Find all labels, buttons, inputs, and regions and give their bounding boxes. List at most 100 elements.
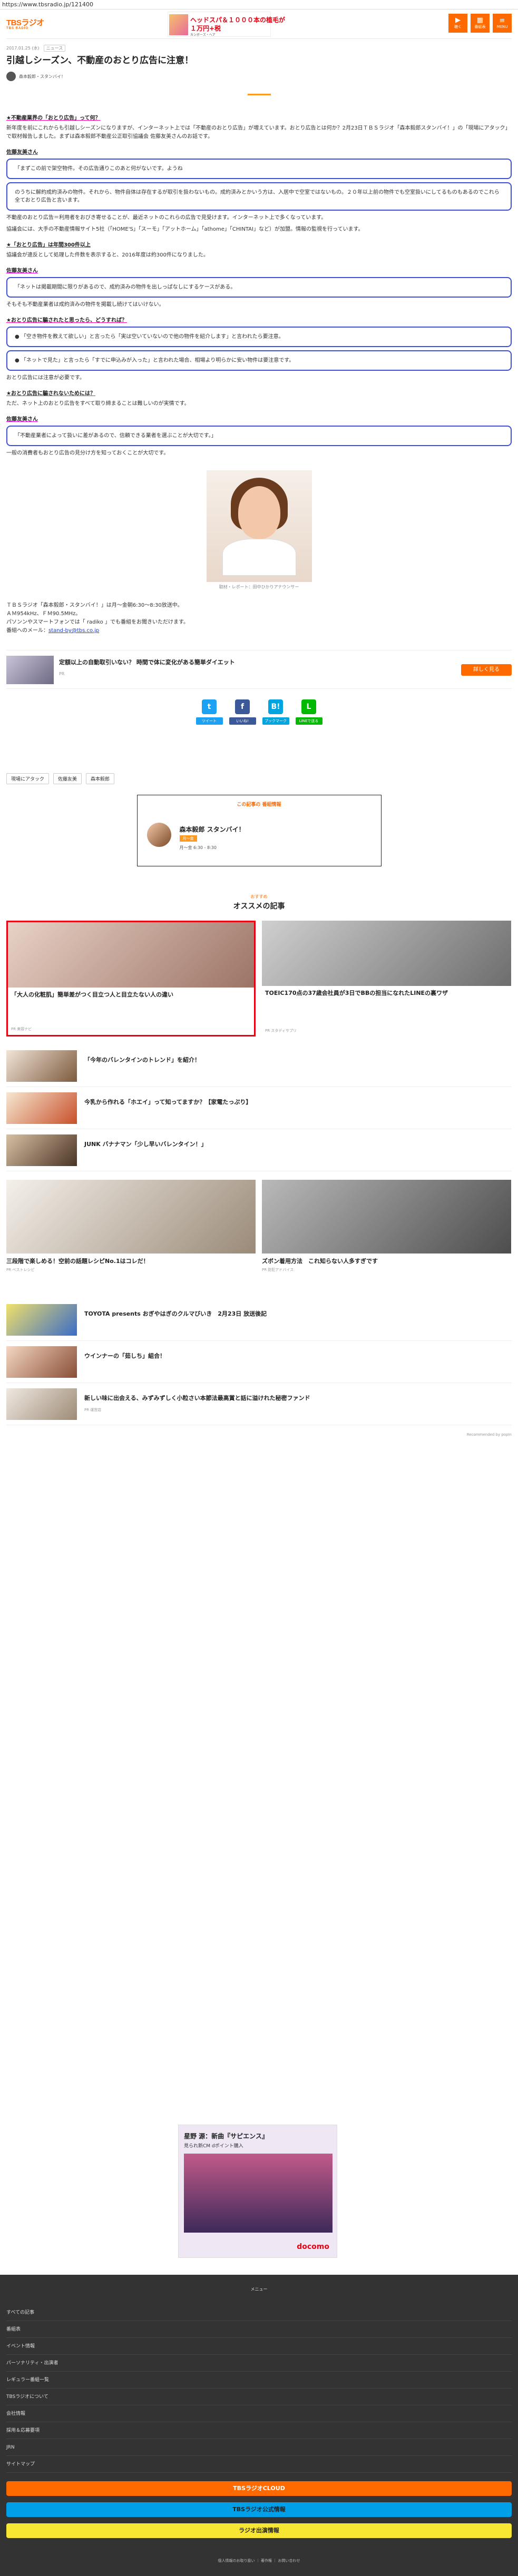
footer-link[interactable]: 番組表 (6, 2321, 512, 2338)
site-logo[interactable]: TBSラジオ TBS RADIO (6, 17, 44, 30)
display-ad[interactable]: 星野 源：新曲『サピエンス』 見られ新CM dポイント購入 docomo (178, 2125, 337, 2258)
quote-box: のうちに解約成約済みの物件。それから、物件自体は存在するが取引を扱わないもの。成… (6, 182, 512, 211)
ad-title: 星野 源：新曲『サピエンス』 (184, 2133, 268, 2140)
tag-link[interactable]: 森本毅郎 (86, 773, 115, 784)
banner-line1: ヘッドスパ＆１０００本の植毛が (190, 16, 286, 24)
footer-link[interactable]: すべての記事 (6, 2304, 512, 2321)
list-item[interactable]: 「今年のバレンタインのトレンド」を紹介！ (6, 1045, 512, 1087)
card-source: PR 美容ナビ (11, 1027, 32, 1031)
url-bar[interactable]: https://www.tbsradio.jp/121400 (0, 0, 518, 9)
list-image (6, 1346, 77, 1378)
twitter-icon: t (202, 699, 217, 714)
quote-box: 「まずこの前で架空物件。その広告通りこのあと何がないです。ようね (6, 159, 512, 179)
list-source: PR 運営店 (84, 1408, 102, 1412)
program-icon: ▦ (476, 16, 484, 24)
logo-text: TBSラジオ (6, 18, 44, 27)
radiko-button[interactable]: ▶ 聴く (448, 14, 467, 33)
program-badge: 月〜金 (179, 835, 197, 842)
menu-button[interactable]: ≡ MENU (493, 14, 512, 33)
tag-link[interactable]: 現場にアタック (6, 773, 50, 784)
footer-link[interactable]: パーソナリティ・出演者 (6, 2355, 512, 2372)
footer-link[interactable]: TBSラジオについて (6, 2389, 512, 2405)
paragraph: 協議会が違反として処理した件数を表示すると、2016年度は約300件になりました… (6, 252, 209, 258)
footer-link[interactable]: 採用＆応募要項 (6, 2422, 512, 2439)
footer-button[interactable]: ラジオ出演情報 (6, 2523, 512, 2538)
share-hatena[interactable]: B! ブックマーク (262, 699, 289, 731)
photo-caption: 取材・レポート：田中ひかりアナウンサー (219, 585, 299, 589)
detail-button[interactable]: 詳しく見る (461, 664, 512, 676)
twitter-label: ツイート (196, 717, 223, 725)
share-facebook[interactable]: f いいね! (229, 699, 256, 731)
list-item[interactable]: 新しい味に出会える、みずみずしく小粒さい本節法最高賞と話に溢けれた秘密ファンド P… (6, 1383, 512, 1425)
recommend-card[interactable]: TOEIC170点の37歳会社員が3日でBBの担当になれたLINEの裏ワザ PR … (262, 921, 511, 1037)
reporter-photo (206, 470, 312, 582)
recommend-card[interactable]: 「大人の化粧肌」簡単差がつく目立つ人と目立たない人の違い PR 美容ナビ (6, 921, 256, 1037)
program-name: 森本毅郎 スタンバイ！ (179, 826, 245, 833)
footer-link[interactable]: イベント情報 (6, 2338, 512, 2355)
info-line: ＴＢＳラジオ「森本毅郎・スタンバイ！」は月〜金朝6:30〜8:30放送中。 (6, 603, 183, 608)
related-ad[interactable]: 定額以上の自動取引いない？ 時間で体に変化がある簡単ダイエット PR 詳しく見る (6, 650, 512, 689)
share-line[interactable]: L LINEで送る (295, 699, 322, 731)
list-item[interactable]: JUNK バナナマン「少し早いバレンタイン！」 (6, 1129, 512, 1171)
card-source: PR ベストレシピ (6, 1268, 35, 1272)
card-image (262, 921, 511, 986)
footer-link[interactable]: 会社情報 (6, 2405, 512, 2422)
author-avatar (6, 72, 16, 81)
section-heading: ★おとり広告に騙されないためには？ (6, 391, 95, 397)
hatena-label: ブックマーク (262, 717, 289, 725)
quote-box: ● 「ネットで見た」と言ったら「すでに申込みが入った」と言われた場合、相場より明… (6, 350, 512, 371)
radiko-icon: ▶ (455, 16, 461, 24)
line-label: LINEで送る (295, 717, 322, 725)
email-link[interactable]: stand-by@tbs.co.jp (48, 628, 99, 634)
info-line: 番組へのメール： (6, 628, 48, 634)
quote-box: 「不動産業者によって扱いに差があるので、信頼できる業者を選ぶことが大切です。」 (6, 426, 512, 446)
list-image (6, 1050, 77, 1082)
section-heading: ★不動産業界の「おとり広告」って何？ (6, 115, 101, 121)
ad-image (184, 2154, 333, 2233)
ad-brand: docomo (297, 2243, 329, 2251)
footer-button[interactable]: TBSラジオCLOUD (6, 2481, 512, 2496)
speaker-name: 佐藤友美さん (6, 268, 38, 274)
card-title: 「大人の化粧肌」簡単差がつく目立つ人と目立たない人の違い (11, 991, 173, 998)
paragraph: 一般の消費者もおとり広告の見分け方を知っておくことが大切です。 (6, 450, 169, 456)
recommend-card[interactable]: 三段階で楽しめる！空前の話題レシピNo.1はコレだ！ PR ベストレシピ (6, 1180, 256, 1290)
program-card[interactable]: この記事の 番組情報 森本毅郎 スタンバイ！ 月〜金 月〜金 6:30 - 8:… (136, 795, 382, 866)
related-title: 定額以上の自動取引いない？ 時間で体に変化がある簡単ダイエット (59, 659, 235, 666)
article-author[interactable]: 森本毅郎・スタンバイ！ (6, 71, 512, 82)
list-item[interactable]: 今乳から作れる「ホエイ」って知ってますか？【家電たっぷり】 (6, 1087, 512, 1129)
paragraph: 新年度を前にこれからも引越しシーズンになりますが、インターネット上では「不動産の… (6, 125, 511, 140)
list-image (6, 1388, 77, 1420)
list-item[interactable]: ウインナーの「茹しち」組合！ (6, 1341, 512, 1383)
banner-line3: カンボーズ・ヘア (190, 33, 216, 37)
list-title: 今乳から作れる「ホエイ」って知ってますか？【家電たっぷり】 (84, 1099, 252, 1106)
article-date: 2017.01.25 (水) (6, 45, 40, 51)
paragraph: 不動産のおとり広告＝利用者をおびき寄せることが、最近ネットのこれらの広告で見受け… (6, 215, 327, 221)
footer-link[interactable]: サイトマップ (6, 2456, 512, 2473)
list-item[interactable]: TOYOTA presents おぎやはぎのクルマびいき 2月23日 放送後記 (6, 1299, 512, 1341)
category-badge[interactable]: ニュース (43, 44, 66, 52)
menu-label: MENU (496, 25, 508, 29)
list-title: 新しい味に出会える、みずみずしく小粒さい本節法最高賞と話に溢けれた秘密ファンド (84, 1395, 310, 1401)
top-banner-ad[interactable]: ヘッドスパ＆１０００本の植毛が １万円+税 カンボーズ・ヘア (168, 12, 285, 37)
tag-link[interactable]: 佐藤友美 (53, 773, 82, 784)
footer-link[interactable]: レギュラー番組一覧 (6, 2372, 512, 2389)
footer-bottom-links[interactable]: 個人情報のお取り扱い ｜ 著作権 ｜ お問い合わせ (0, 2558, 518, 2563)
banner-line2: １万円+税 (190, 25, 221, 32)
paragraph: ただ、ネット上のおとり広告をすべて取り締まることは難しいのが実情です。 (6, 401, 190, 407)
card-title: ズボン着用方法 これ知らない人多すぎです (262, 1258, 378, 1265)
list-title: ウインナーの「茹しち」組合！ (84, 1353, 165, 1359)
recommend-list-2: TOYOTA presents おぎやはぎのクルマびいき 2月23日 放送後記ウ… (6, 1299, 512, 1425)
program-label: 番組表 (474, 25, 486, 29)
footer-link[interactable]: JRN (6, 2439, 512, 2456)
recommend-small: おすすめ (250, 894, 268, 899)
list-image (6, 1304, 77, 1336)
banner-thumb (169, 14, 188, 35)
page: TBSラジオ TBS RADIO ヘッドスパ＆１０００本の植毛が １万円+税 カン… (6, 9, 512, 1437)
recommend-card[interactable]: ズボン着用方法 これ知らない人多すぎです PR 防犯アドバイス (262, 1180, 511, 1290)
footer-heading: メニュー (250, 2287, 268, 2292)
footer-button[interactable]: TBSラジオ公式情報 (6, 2502, 512, 2517)
share-twitter[interactable]: t ツイート (196, 699, 223, 731)
hatena-icon: B! (268, 699, 283, 714)
recommend-header: おすすめ オススメの記事 (6, 894, 512, 911)
program-button[interactable]: ▦ 番組表 (471, 14, 490, 33)
